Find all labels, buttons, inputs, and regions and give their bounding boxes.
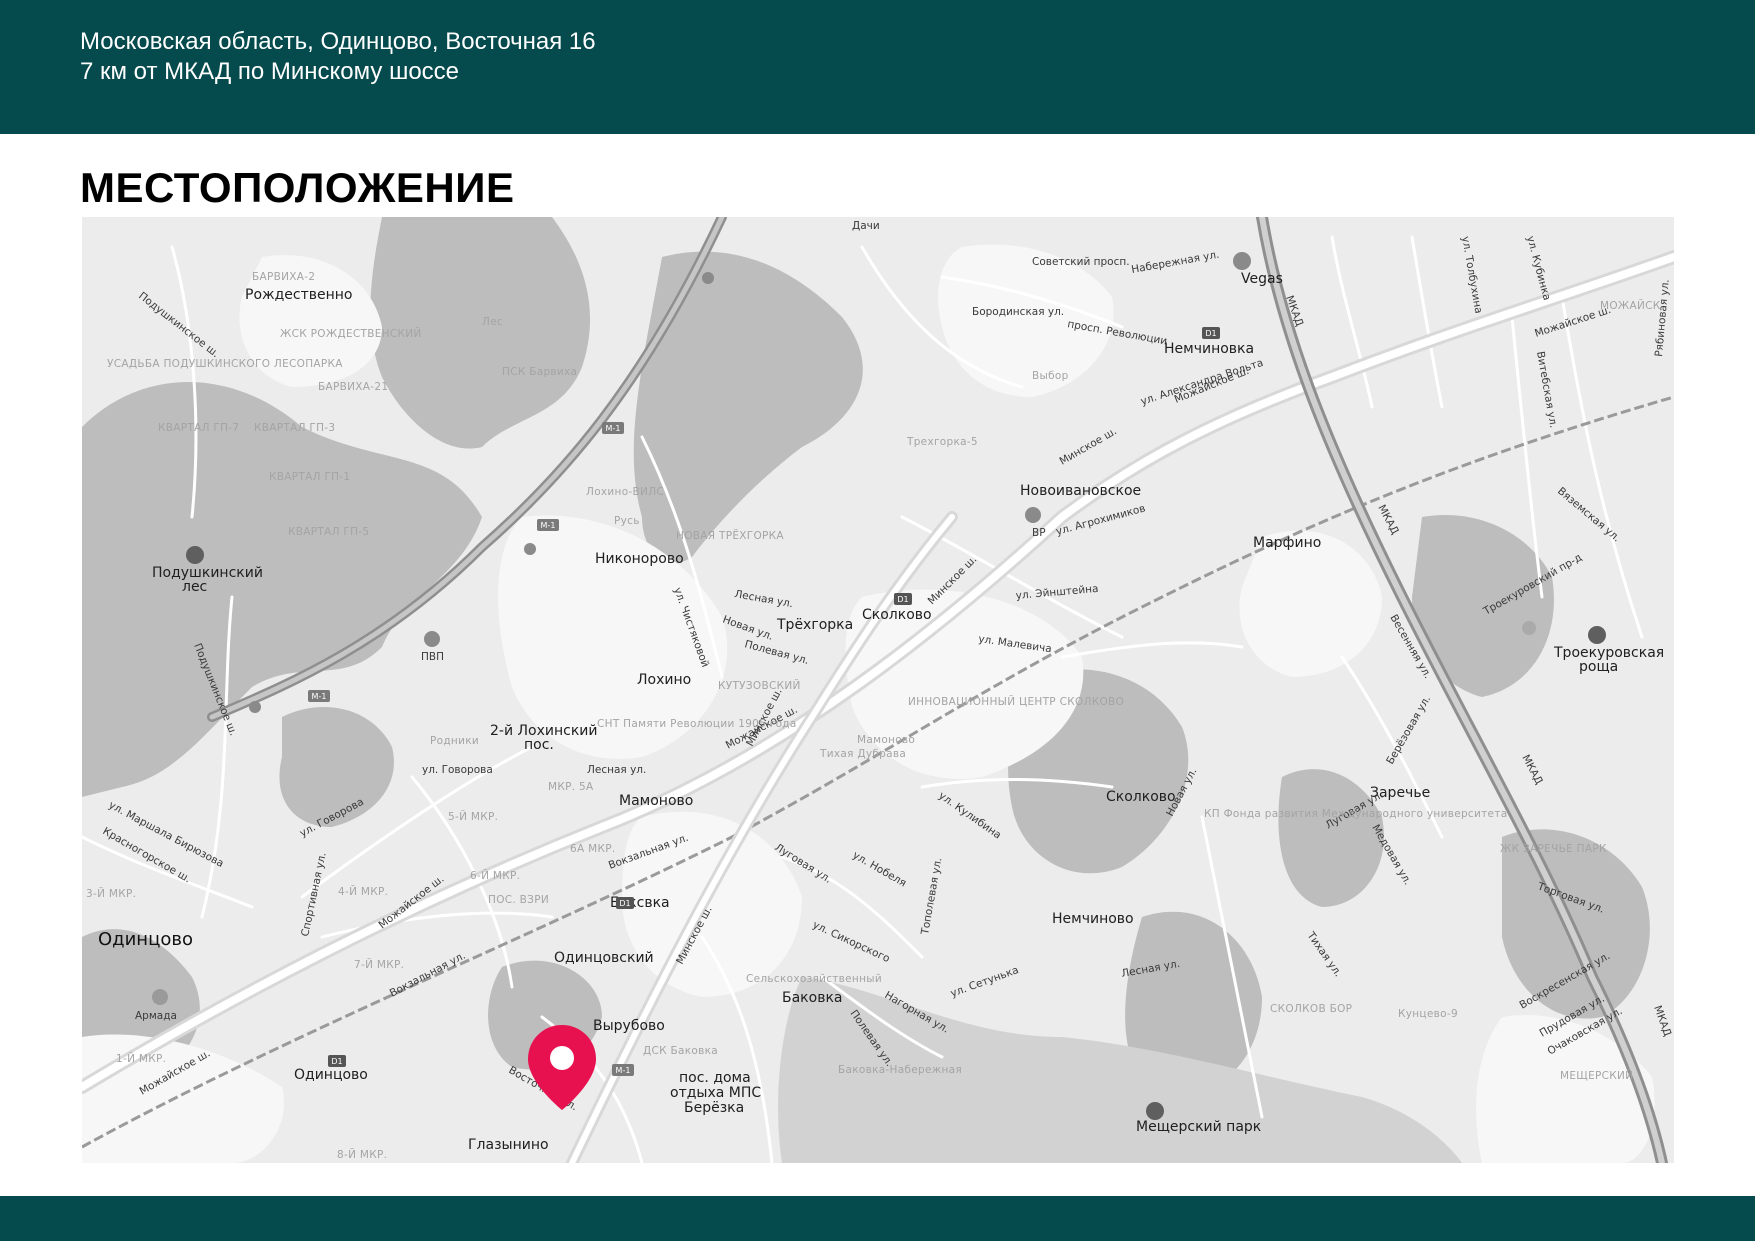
park-icon (1146, 1102, 1164, 1120)
district-label: БАРВИХА-21 (318, 381, 388, 393)
road-shield-d1: D1 (1205, 329, 1216, 338)
place-label: Подушкинский (152, 565, 263, 581)
place-label: пос. дома (679, 1070, 751, 1086)
place-label: пос. (524, 737, 554, 753)
district-label: ПСК Барвиха (502, 366, 577, 378)
place-label: лес (182, 579, 207, 595)
road-shield-m1: M-1 (616, 1066, 631, 1075)
district-label: ЖК ЗАРЕЧЬЕ ПАРК (1500, 843, 1607, 855)
district-label: ДСК Баковка (643, 1045, 718, 1057)
district-label: ПОС. ВЗРИ (488, 894, 549, 906)
district-label: 8-Й МКР. (337, 1148, 387, 1161)
district-label: МЕЩЕРСКИЙ (1560, 1069, 1633, 1082)
place-label: Одинцово (294, 1067, 368, 1083)
parking-icon (702, 272, 714, 284)
place-label: Рождественно (245, 287, 353, 303)
district-label: 3-Й МКР. (86, 887, 136, 900)
district-label: БАРВИХА-2 (252, 271, 315, 283)
district-label: ЖСК РОЖДЕСТВЕНСКИЙ (280, 327, 422, 340)
district-label: КУТУЗОВСКИЙ (718, 679, 801, 692)
place-label: Дачи (852, 220, 880, 232)
place-label: отдыха МПС (670, 1085, 761, 1101)
district-label: Мамоново (857, 734, 915, 746)
district-label: СКОЛКОВ БОР (1270, 1003, 1352, 1015)
parking-icon (249, 701, 261, 713)
district-label: КВАРТАЛ ГП-1 (269, 471, 350, 483)
address-line: Московская область, Одинцово, Восточная … (80, 28, 596, 55)
district-label: УСАДЬБА ПОДУШКИНСКОГО ЛЕСОПАРКА (107, 358, 343, 370)
place-label: Одинцовский (554, 950, 654, 966)
place-label: Никонорово (595, 551, 684, 567)
mall-icon (152, 989, 168, 1005)
road-shield-m1: M-1 (541, 521, 556, 530)
street-label: Советский просп. (1032, 256, 1130, 268)
place-label: Баковка (782, 990, 843, 1006)
district-label: КП Фонда развития Международного универс… (1204, 808, 1507, 820)
district-label: 4-Й МКР. (338, 885, 388, 898)
district-label: 1-Й МКР. (116, 1052, 166, 1065)
place-label: Вырубово (593, 1018, 665, 1034)
place-label: Марфино (1253, 535, 1321, 551)
street-label: Бородинская ул. (972, 306, 1064, 318)
district-label: Русь (614, 515, 640, 527)
district-label: КВАРТАЛ ГП-3 (254, 422, 335, 434)
district-label: Родники (430, 735, 479, 747)
poi-icon (1522, 621, 1536, 635)
place-label: Армада (135, 1010, 177, 1022)
place-label: Одинцово (98, 929, 193, 950)
location-map[interactable]: Рождественно Подушкинский лес Никонорово… (82, 217, 1674, 1163)
road-shield-m1: M-1 (312, 692, 327, 701)
fuel-icon (424, 631, 440, 647)
district-label: КВАРТАЛ ГП-5 (288, 526, 369, 538)
parking-icon (524, 543, 536, 555)
distance-line: 7 км от МКАД по Минскому шоссе (80, 58, 460, 85)
shopping-icon (1233, 252, 1251, 270)
place-label: Берёзка (684, 1100, 744, 1116)
district-label: 6-Й МКР. (470, 869, 520, 882)
place-label: Новоивановское (1020, 483, 1141, 499)
district-label: Кунцево-9 (1398, 1008, 1458, 1020)
district-label: МКР. 5А (548, 781, 594, 793)
park-icon (1588, 626, 1606, 644)
road-shield-d1: D1 (897, 595, 908, 604)
district-label: Баковка-Набережная (838, 1064, 962, 1076)
place-label: Сколково (862, 607, 932, 623)
place-label: роща (1579, 659, 1618, 675)
district-label: Тихая Дубрава (819, 748, 906, 760)
district-label: 5-Й МКР. (448, 810, 498, 823)
district-label: 6А МКР. (570, 843, 615, 855)
district-label: КВАРТАЛ ГП-7 (158, 422, 239, 434)
place-label: Мамоново (619, 793, 693, 809)
footer-band (0, 1196, 1755, 1241)
road-shield-d1: D1 (331, 1057, 342, 1066)
place-label: Vegas (1241, 271, 1283, 287)
place-label: Трёхгорка (776, 617, 853, 633)
district-label: Трехгорка-5 (906, 436, 978, 448)
place-label: Мещерский парк (1136, 1119, 1261, 1135)
road-shield-d1: D1 (619, 899, 630, 908)
place-label: BP (1032, 527, 1046, 539)
street-label: Лесная ул. (587, 764, 646, 776)
place-label: Немчиново (1052, 911, 1134, 927)
district-label: Сельскохозяйственный (746, 973, 882, 985)
section-title: МЕСТОПОЛОЖЕНИЕ (80, 164, 515, 211)
district-label: НОВАЯ ТРЁХГОРКА (676, 529, 784, 542)
place-label: Глазынино (468, 1137, 549, 1153)
road-shield-m1: M-1 (606, 424, 621, 433)
street-label: ул. Говорова (422, 764, 493, 776)
district-label: МОЖАЙСК (1600, 299, 1661, 312)
district-label: ИННОВАЦИОННЫЙ ЦЕНТР СКОЛКОВО (908, 695, 1124, 708)
place-label: ПВП (421, 651, 444, 663)
place-label: Сколково (1106, 789, 1176, 805)
place-label: Лохино (637, 672, 691, 688)
district-label: Лохино-ВИЛС (586, 486, 664, 498)
fuel-icon (1025, 507, 1041, 523)
header-band: Московская область, Одинцово, Восточная … (0, 0, 1755, 134)
district-label: СНТ Памяти Революции 1905 года (597, 718, 797, 730)
park-icon (186, 546, 204, 564)
district-label: Выбор (1032, 370, 1069, 382)
place-label: Немчиновка (1164, 341, 1254, 357)
district-label: 7-Й МКР. (354, 958, 404, 971)
district-label: Лес (482, 316, 503, 328)
